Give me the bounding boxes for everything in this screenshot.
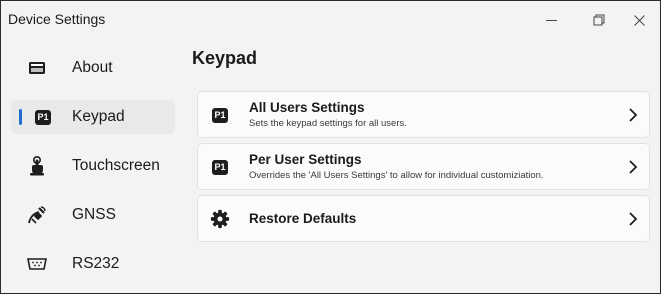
sidebar-item-rs232[interactable]: RS232: [11, 247, 175, 281]
sidebar-item-gnss[interactable]: GNSS: [11, 198, 175, 232]
minimize-icon: [545, 19, 557, 21]
sidebar-item-keypad[interactable]: P1 Keypad: [11, 100, 175, 134]
sidebar-item-label: About: [72, 59, 113, 76]
p1-key-icon: P1: [210, 105, 230, 125]
restore-icon: [593, 14, 605, 26]
card-title: All Users Settings: [249, 100, 365, 115]
window-title: Device Settings: [8, 11, 106, 27]
all-users-settings-card[interactable]: P1 All Users Settings Sets the keypad se…: [197, 91, 650, 138]
satellite-icon: [27, 206, 47, 224]
per-user-settings-card[interactable]: P1 Per User Settings Overrides the 'All …: [197, 143, 650, 190]
sidebar-item-label: GNSS: [72, 206, 116, 223]
close-button[interactable]: [616, 1, 661, 39]
sidebar-item-label: Keypad: [72, 108, 125, 125]
p1-key-icon: P1: [33, 108, 53, 126]
selection-indicator: [19, 109, 22, 125]
sidebar-item-label: RS232: [72, 255, 120, 272]
title-bar[interactable]: Device Settings: [1, 1, 660, 39]
gear-icon: [210, 209, 230, 229]
page-title: Keypad: [192, 48, 258, 68]
p1-key-icon: P1: [210, 157, 230, 177]
restore-defaults-card[interactable]: Restore Defaults: [197, 195, 650, 242]
sidebar-item-about[interactable]: About: [11, 51, 175, 85]
minimize-button[interactable]: [528, 1, 574, 39]
card-title: Restore Defaults: [249, 211, 357, 226]
device-settings-window: Device Settings About P1 Keypad Touchscr…: [0, 0, 661, 294]
sidebar-item-label: Touchscreen: [72, 157, 160, 174]
info-card-icon: [27, 59, 47, 77]
chevron-right-icon: [629, 160, 638, 174]
chevron-right-icon: [629, 108, 638, 122]
sidebar-item-touchscreen[interactable]: Touchscreen: [11, 149, 175, 183]
card-title: Per User Settings: [249, 152, 362, 167]
close-icon: [633, 14, 645, 26]
sidebar-nav: About P1 Keypad Touchscreen GNSS RS232: [1, 41, 181, 295]
card-subtitle: Overrides the 'All Users Settings' to al…: [249, 170, 544, 181]
chevron-right-icon: [629, 212, 638, 226]
card-subtitle: Sets the keypad settings for all users.: [249, 118, 407, 129]
touch-hand-icon: [27, 156, 47, 176]
serial-port-icon: [27, 255, 47, 273]
